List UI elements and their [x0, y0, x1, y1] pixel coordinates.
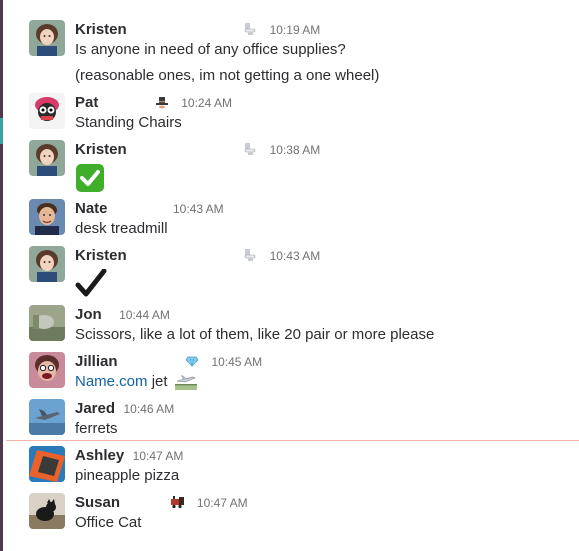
- author-name[interactable]: Jared: [75, 400, 115, 417]
- message-line: Standing Chairs: [75, 114, 182, 131]
- heavy-check-mark-emoji: ✔: [75, 268, 107, 299]
- slack-channel-view: Kristen 10:19 AM Is anyone in need of an…: [0, 0, 579, 551]
- avatar[interactable]: [29, 352, 65, 388]
- message-line: desk treadmill: [75, 220, 168, 237]
- author-name[interactable]: Susan: [75, 494, 120, 511]
- message-text: Name.com jet: [75, 372, 569, 392]
- avatar[interactable]: [29, 305, 65, 341]
- sidebar-edge: [0, 0, 3, 551]
- message-text: Scissors, like a lot of them, like 20 pa…: [75, 325, 569, 345]
- timestamp[interactable]: 10:47 AM: [197, 496, 248, 510]
- author-name[interactable]: Jon: [75, 306, 102, 323]
- author-name[interactable]: Kristen: [75, 21, 127, 38]
- message-text: pineapple pizza: [75, 466, 569, 486]
- avatar[interactable]: [29, 140, 65, 176]
- author-name[interactable]: Nate: [75, 200, 108, 217]
- author-name[interactable]: Kristen: [75, 141, 127, 158]
- message-text: Is anyone in need of any office supplies…: [75, 40, 569, 86]
- avatar[interactable]: [29, 199, 65, 235]
- author-name[interactable]: Ashley: [75, 447, 124, 464]
- author-name[interactable]: Jillian: [75, 353, 118, 370]
- timestamp[interactable]: 10:46 AM: [123, 402, 174, 416]
- message-text: Standing Chairs: [75, 113, 569, 133]
- message-line: ferrets: [75, 420, 118, 437]
- timestamp[interactable]: 10:43 AM: [173, 202, 224, 216]
- message-text: Office Cat: [75, 513, 569, 533]
- message-text: desk treadmill: [75, 219, 569, 239]
- timestamp[interactable]: 10:45 AM: [211, 355, 262, 369]
- avatar[interactable]: [29, 20, 65, 56]
- gem-icon: [185, 354, 199, 368]
- check-emoji: ✅: [75, 163, 105, 193]
- message-link[interactable]: Name.com: [75, 373, 148, 390]
- hat-icon: [155, 95, 169, 109]
- avatar[interactable]: [29, 446, 65, 482]
- avatar[interactable]: [29, 246, 65, 282]
- toilet-icon: [243, 248, 257, 262]
- toilet-icon: [243, 142, 257, 156]
- message-text: ferrets: [75, 419, 569, 439]
- new-messages-divider: [6, 440, 579, 441]
- timestamp[interactable]: 10:44 AM: [119, 308, 170, 322]
- timestamp[interactable]: 10:47 AM: [133, 449, 184, 463]
- avatar[interactable]: [29, 493, 65, 529]
- message-line: Scissors, like a lot of them, like 20 pa…: [75, 326, 435, 343]
- author-name[interactable]: Kristen: [75, 247, 127, 264]
- toilet-icon: [243, 22, 257, 36]
- author-name[interactable]: Pat: [75, 94, 98, 111]
- sidebar-active-indicator: [0, 118, 3, 144]
- message-line: (reasonable ones, im not getting a one w…: [75, 67, 380, 84]
- airplane-icon: [174, 372, 197, 390]
- message-line: Office Cat: [75, 514, 142, 531]
- message-line: Is anyone in need of any office supplies…: [75, 41, 346, 58]
- message-line: pineapple pizza: [75, 467, 180, 484]
- train-icon: [170, 495, 185, 509]
- avatar[interactable]: [29, 93, 65, 129]
- timestamp[interactable]: 10:24 AM: [181, 96, 232, 110]
- message-line: jet: [147, 373, 168, 390]
- timestamp[interactable]: 10:38 AM: [270, 143, 321, 157]
- timestamp[interactable]: 10:19 AM: [270, 23, 321, 37]
- timestamp[interactable]: 10:43 AM: [270, 249, 321, 263]
- avatar[interactable]: [29, 399, 65, 435]
